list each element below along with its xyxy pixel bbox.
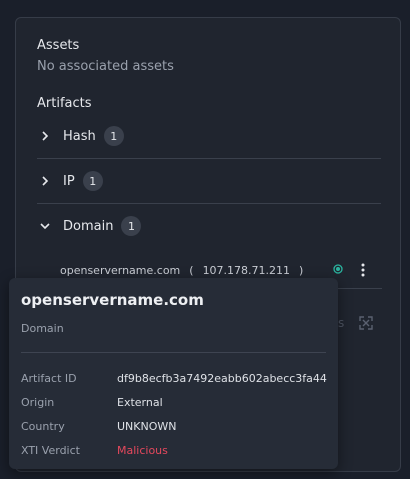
tooltip-field-country: Country UNKNOWN [21, 420, 331, 436]
divider [21, 352, 326, 353]
tooltip-title: openservername.com [21, 291, 204, 309]
verdict-value: Malicious [117, 444, 168, 457]
artifact-group-ip[interactable]: IP 1 [37, 159, 381, 203]
tooltip-field-origin: Origin External [21, 396, 331, 412]
chevron-right-icon [37, 128, 53, 144]
expand-icon[interactable] [359, 315, 373, 330]
field-key: Origin [21, 396, 55, 409]
chevron-down-icon [37, 218, 53, 234]
tooltip-type: Domain [21, 322, 64, 335]
artifact-close-paren: ) [299, 263, 304, 277]
group-label-domain: Domain [63, 218, 114, 234]
obscured-text: s [338, 316, 345, 330]
artifact-group-hash[interactable]: Hash 1 [37, 114, 381, 158]
field-value: df9b8ecfb3a7492eabb602abecc3fa44 [117, 372, 327, 385]
assets-empty-text: No associated assets [37, 59, 174, 74]
artifact-group-domain[interactable]: Domain 1 [37, 204, 381, 248]
tooltip-field-xti-verdict: XTI Verdict Malicious [21, 444, 331, 460]
assets-title: Assets [37, 38, 80, 53]
more-vertical-icon[interactable] [357, 260, 369, 280]
field-value: UNKNOWN [117, 420, 177, 433]
field-key: Country [21, 420, 65, 433]
artifact-tooltip: openservername.com Domain Artifact ID df… [9, 278, 338, 469]
group-count-ip: 1 [82, 171, 103, 191]
artifacts-title: Artifacts [37, 96, 92, 111]
field-key: XTI Verdict [21, 444, 80, 457]
field-key: Artifact ID [21, 372, 77, 385]
status-dot-icon [333, 264, 343, 274]
tooltip-field-artifact-id: Artifact ID df9b8ecfb3a7492eabb602abecc3… [21, 372, 331, 388]
group-label-hash: Hash [63, 128, 96, 144]
field-value: External [117, 396, 163, 409]
artifact-open-paren: ( [189, 263, 194, 277]
group-count-domain: 1 [121, 216, 142, 236]
artifact-domain-name[interactable]: openservername.com [60, 264, 180, 277]
group-label-ip: IP [63, 173, 75, 189]
group-count-hash: 1 [103, 126, 124, 146]
artifact-ip: 107.178.71.211 [202, 263, 291, 277]
chevron-right-icon [37, 173, 53, 189]
